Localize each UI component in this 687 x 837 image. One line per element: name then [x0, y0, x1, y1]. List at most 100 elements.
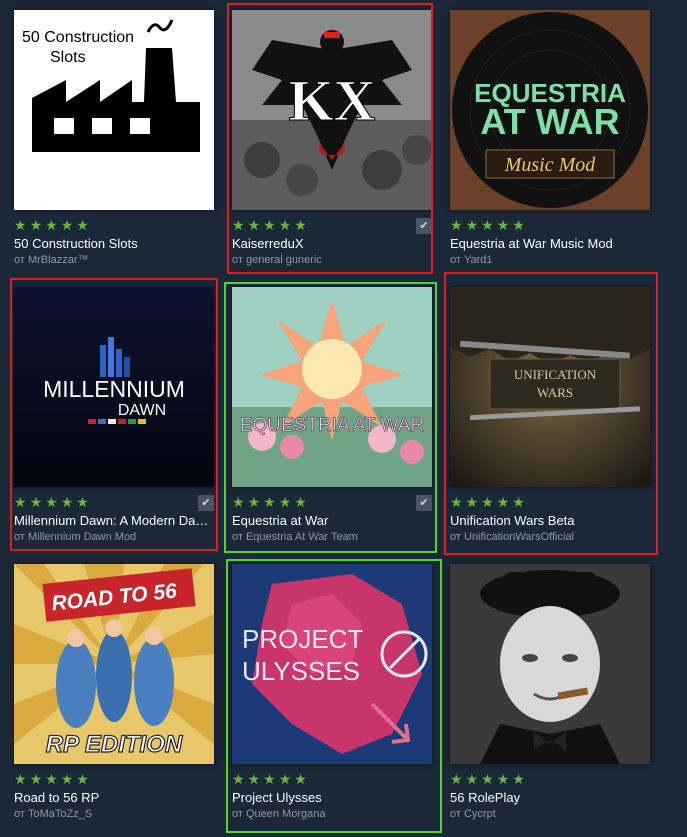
star-icon: ★ [247, 217, 261, 233]
rating-stars: ★ ★ ★ ★ ★ [14, 218, 89, 232]
rating-stars: ★ ★ ★ ★ ★ [232, 772, 307, 786]
item-thumbnail[interactable]: ROAD TO 56 RP EDITION [14, 564, 214, 764]
workshop-item[interactable]: UNIFICATION WARS ★ ★ ★ ★ ★ Unification Wars … [436, 277, 654, 547]
item-thumbnail[interactable]: EQUESTRIA AT WAR Music Mod [450, 10, 650, 210]
item-author[interactable]: от Yard1 [450, 253, 648, 267]
subscribed-check-icon[interactable]: ✔ [416, 495, 432, 511]
star-icon: ★ [29, 771, 43, 787]
item-author[interactable]: от Equestria At War Team [232, 530, 430, 544]
star-icon: ★ [45, 771, 58, 787]
star-icon: ★ [496, 494, 510, 510]
star-icon: ★ [263, 771, 276, 787]
workshop-grid: 50 Construction Slots ★ ★ ★ ★ ★ 50 Construct… [0, 0, 687, 837]
star-icon: ★ [465, 494, 479, 510]
star-icon: ★ [450, 771, 463, 787]
item-author[interactable]: от general guneric [232, 253, 430, 267]
star-icon: ★ [481, 494, 494, 510]
svg-text:KX: KX [289, 68, 376, 133]
star-icon: ★ [278, 494, 292, 510]
item-title[interactable]: Road to 56 RP [14, 790, 212, 806]
workshop-item[interactable]: EQUESTRIA AT WAR Music Mod ★ ★ ★ ★ ★ Equestr… [436, 0, 654, 270]
workshop-item[interactable]: MILLENNIUM DAWN ★ ★ ★ ★ ★ ✔ Millennium Dawn:… [0, 277, 218, 547]
star-icon: ★ [465, 217, 479, 233]
star-icon: ★ [247, 494, 261, 510]
star-icon: ★ [512, 217, 525, 233]
item-title[interactable]: 56 RolePlay [450, 790, 648, 806]
star-icon: ★ [496, 771, 510, 787]
item-title[interactable]: Unification Wars Beta [450, 513, 648, 529]
svg-text:Music Mod: Music Mod [504, 154, 597, 176]
item-title[interactable]: Millennium Dawn: A Modern Day Mod [14, 513, 212, 529]
workshop-item[interactable]: PROJECT ULYSSES ★ ★ ★ ★ ★ Project Ulysses от… [218, 554, 436, 824]
item-author[interactable]: от Millennium Dawn Mod [14, 530, 212, 544]
star-icon: ★ [481, 771, 494, 787]
star-icon: ★ [60, 494, 74, 510]
item-title[interactable]: Equestria at War Music Mod [450, 236, 648, 252]
star-icon: ★ [29, 494, 43, 510]
star-icon: ★ [232, 771, 245, 787]
item-author[interactable]: от Cycrpt [450, 807, 648, 821]
subscribed-check-icon[interactable]: ✔ [198, 495, 214, 511]
item-thumbnail[interactable] [450, 564, 650, 764]
subscribed-check-icon[interactable]: ✔ [416, 218, 432, 234]
rating-stars: ★ ★ ★ ★ ★ [14, 772, 89, 786]
item-author[interactable]: от ToMaToZz_S [14, 807, 212, 821]
svg-text:AT WAR: AT WAR [480, 101, 619, 142]
star-icon: ★ [60, 217, 74, 233]
star-icon: ★ [14, 217, 27, 233]
item-thumbnail[interactable]: MILLENNIUM DAWN [14, 287, 214, 487]
item-author[interactable]: от MrBlazzar™ [14, 253, 212, 267]
star-icon: ★ [14, 494, 27, 510]
item-thumbnail[interactable]: PROJECT ULYSSES [232, 564, 432, 764]
star-icon: ★ [278, 771, 292, 787]
item-title[interactable]: 50 Construction Slots [14, 236, 212, 252]
item-title[interactable]: Project Ulysses [232, 790, 430, 806]
star-icon: ★ [512, 494, 525, 510]
star-icon: ★ [76, 771, 89, 787]
star-icon: ★ [60, 771, 74, 787]
item-author[interactable]: от Queen Morgana [232, 807, 430, 821]
thumb-text: 50 Construction [22, 29, 134, 46]
star-icon: ★ [450, 217, 463, 233]
star-icon: ★ [14, 771, 27, 787]
workshop-item[interactable]: KX ★ ★ ★ ★ ★ ✔ KaiserreduX от general guneri… [218, 0, 436, 270]
star-icon: ★ [76, 494, 89, 510]
rating-stars: ★ ★ ★ ★ ★ [232, 218, 307, 232]
svg-text:UNIFICATION: UNIFICATION [514, 367, 597, 382]
svg-text:RP EDITION: RP EDITION [46, 731, 183, 758]
star-icon: ★ [45, 217, 58, 233]
star-icon: ★ [247, 771, 261, 787]
svg-text:MILLENNIUM: MILLENNIUM [43, 376, 185, 402]
star-icon: ★ [232, 217, 245, 233]
star-icon: ★ [450, 494, 463, 510]
item-thumbnail[interactable]: UNIFICATION WARS [450, 287, 650, 487]
item-thumbnail[interactable]: KX [232, 10, 432, 210]
workshop-item[interactable]: EQUESTRIA AT WAR ★ ★ ★ ★ ★ ✔ Equestria at Wa… [218, 277, 436, 547]
star-icon: ★ [496, 217, 510, 233]
star-icon: ★ [29, 217, 43, 233]
workshop-item[interactable]: ★ ★ ★ ★ ★ 56 RolePlay от Cycrpt [436, 554, 654, 824]
star-icon: ★ [294, 494, 307, 510]
star-icon: ★ [294, 217, 307, 233]
item-author[interactable]: от UnificationWarsOfficial [450, 530, 648, 544]
star-icon: ★ [512, 771, 525, 787]
item-title[interactable]: Equestria at War [232, 513, 430, 529]
rating-stars: ★ ★ ★ ★ ★ [450, 218, 525, 232]
rating-stars: ★ ★ ★ ★ ★ [450, 772, 525, 786]
rating-stars: ★ ★ ★ ★ ★ [14, 495, 89, 509]
star-icon: ★ [481, 217, 494, 233]
star-icon: ★ [294, 771, 307, 787]
star-icon: ★ [278, 217, 292, 233]
workshop-item[interactable]: 50 Construction Slots ★ ★ ★ ★ ★ 50 Construct… [0, 0, 218, 270]
star-icon: ★ [465, 771, 479, 787]
star-icon: ★ [45, 494, 58, 510]
svg-text:WARS: WARS [537, 385, 573, 400]
workshop-item[interactable]: ROAD TO 56 RP EDITION ★ ★ ★ ★ ★ Road to 56 R… [0, 554, 218, 824]
svg-text:DAWN: DAWN [118, 402, 166, 419]
svg-text:Slots: Slots [50, 49, 86, 66]
item-thumbnail[interactable]: 50 Construction Slots [14, 10, 214, 210]
item-thumbnail[interactable]: EQUESTRIA AT WAR [232, 287, 432, 487]
star-icon: ★ [232, 494, 245, 510]
item-title[interactable]: KaiserreduX [232, 236, 430, 252]
svg-text:ULYSSES: ULYSSES [242, 656, 360, 686]
